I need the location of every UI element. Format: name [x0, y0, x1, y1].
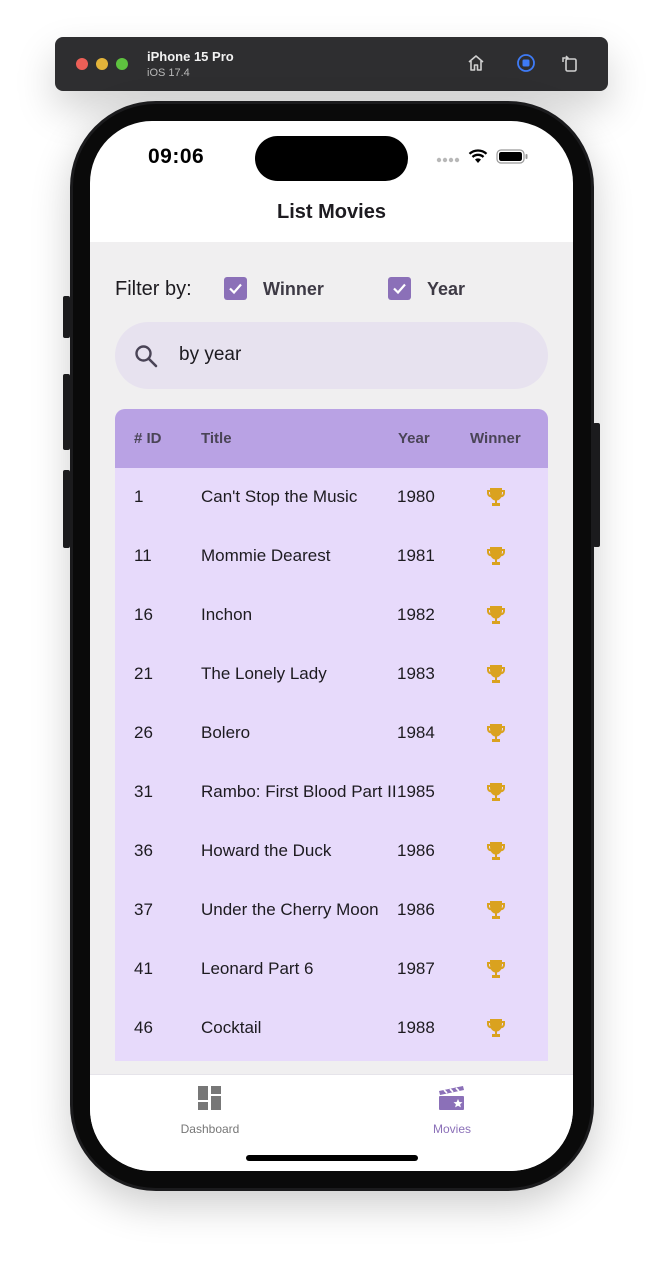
- main-content: Filter by: Winner Year by year # ID Titl…: [90, 242, 573, 1074]
- trophy-icon: [484, 662, 508, 686]
- signal-icon: [436, 150, 460, 168]
- wifi-icon: [468, 149, 488, 169]
- search-input[interactable]: by year: [179, 344, 241, 366]
- column-header-title[interactable]: Title: [201, 430, 232, 447]
- cell-title: Howard the Duck: [201, 841, 332, 860]
- trophy-icon: [484, 485, 508, 509]
- year-checkbox[interactable]: [388, 277, 411, 300]
- cell-id: 36: [134, 841, 153, 860]
- movies-icon: [438, 1086, 466, 1115]
- volume-up-button: [63, 374, 70, 450]
- device-name: iPhone 15 Pro: [147, 49, 234, 64]
- action-button: [63, 296, 70, 338]
- table-row[interactable]: 46 Cocktail 1988: [115, 999, 548, 1058]
- search-icon: [133, 343, 159, 374]
- cell-id: 41: [134, 959, 153, 978]
- screenshot-icon[interactable]: [514, 51, 538, 75]
- status-time: 09:06: [148, 145, 205, 168]
- trophy-icon: [484, 544, 508, 568]
- nav-item-movies[interactable]: Movies: [392, 1085, 512, 1136]
- cell-id: 37: [134, 900, 153, 919]
- nav-item-dashboard[interactable]: Dashboard: [150, 1085, 270, 1136]
- trophy-icon: [484, 1016, 508, 1040]
- app-screen: 09:06 List Movies Filter by: Winner Year: [90, 121, 573, 1171]
- trophy-icon: [484, 839, 508, 863]
- cell-year: 1988: [397, 1018, 435, 1037]
- cell-title: Under the Cherry Moon: [201, 900, 379, 919]
- nav-label-movies: Movies: [432, 1122, 471, 1136]
- cell-id: 1: [134, 487, 144, 506]
- winner-checkbox[interactable]: [224, 277, 247, 300]
- table-row[interactable]: 36 Howard the Duck 1986: [115, 822, 548, 881]
- cell-year: 1983: [397, 664, 435, 683]
- table-row[interactable]: 1 Can't Stop the Music 1980: [115, 468, 548, 527]
- search-bar[interactable]: by year: [115, 322, 548, 389]
- power-button: [593, 423, 600, 547]
- status-icons: [436, 149, 528, 169]
- trophy-icon: [484, 780, 508, 804]
- cell-year: 1986: [397, 900, 435, 919]
- year-checkbox-label[interactable]: Year: [427, 279, 465, 300]
- cell-year: 1981: [397, 546, 435, 565]
- filter-label: Filter by:: [115, 278, 192, 300]
- table-row[interactable]: 11 Mommie Dearest 1981: [115, 527, 548, 586]
- trophy-icon: [484, 898, 508, 922]
- dashboard-icon: [197, 1086, 223, 1115]
- cell-id: 21: [134, 664, 153, 683]
- cell-year: 1985: [397, 782, 435, 801]
- cell-id: 26: [134, 723, 153, 742]
- home-indicator: [246, 1155, 418, 1161]
- table-header: # ID Title Year Winner: [115, 409, 548, 468]
- column-header-winner[interactable]: Winner: [470, 430, 521, 447]
- cell-title: Can't Stop the Music: [201, 487, 358, 506]
- cell-title: Leonard Part 6: [201, 959, 314, 978]
- cell-year: 1984: [397, 723, 435, 742]
- table-row[interactable]: 37 Under the Cherry Moon 1986: [115, 881, 548, 940]
- column-header-id[interactable]: # ID: [134, 430, 162, 447]
- filter-row: Filter by: Winner Year: [115, 274, 555, 304]
- cell-id: 16: [134, 605, 153, 624]
- os-version: iOS 17.4: [147, 67, 190, 79]
- cell-year: 1987: [397, 959, 435, 978]
- cell-title: The Lonely Lady: [201, 664, 327, 683]
- zoom-window-button[interactable]: [116, 58, 128, 70]
- nav-label-dashboard: Dashboard: [180, 1122, 240, 1136]
- dynamic-island: [255, 136, 408, 181]
- cell-title: Bolero: [201, 723, 251, 742]
- table-row[interactable]: 31 Rambo: First Blood Part II 1985: [115, 763, 548, 822]
- page-title: List Movies: [277, 201, 386, 223]
- home-icon[interactable]: [464, 51, 488, 75]
- battery-icon: [496, 149, 528, 169]
- rotate-icon[interactable]: [558, 51, 582, 75]
- cell-year: 1982: [397, 605, 435, 624]
- table-row[interactable]: 16 Inchon 1982: [115, 586, 548, 645]
- cell-year: 1986: [397, 841, 435, 860]
- table-row[interactable]: 21 The Lonely Lady 1983: [115, 645, 548, 704]
- movies-table: # ID Title Year Winner 1 Can't Stop the M…: [115, 409, 548, 1061]
- cell-id: 11: [134, 546, 152, 565]
- cell-title: Cocktail: [201, 1018, 262, 1037]
- volume-down-button: [63, 470, 70, 548]
- cell-id: 46: [134, 1018, 153, 1037]
- winner-checkbox-label[interactable]: Winner: [263, 279, 324, 300]
- close-window-button[interactable]: [76, 58, 88, 70]
- table-row[interactable]: 26 Bolero 1984: [115, 704, 548, 763]
- cell-id: 31: [134, 782, 153, 801]
- trophy-icon: [484, 603, 508, 627]
- trophy-icon: [484, 957, 508, 981]
- cell-year: 1980: [397, 487, 435, 506]
- table-row[interactable]: 41 Leonard Part 6 1987: [115, 940, 548, 999]
- simulator-toolbar: iPhone 15 Pro iOS 17.4: [55, 37, 608, 91]
- trophy-icon: [484, 721, 508, 745]
- column-header-year[interactable]: Year: [398, 430, 430, 447]
- cell-title: Inchon: [201, 605, 253, 624]
- cell-title: Rambo: First Blood Part II: [201, 782, 397, 801]
- minimize-window-button[interactable]: [96, 58, 108, 70]
- cell-title: Mommie Dearest: [201, 546, 331, 565]
